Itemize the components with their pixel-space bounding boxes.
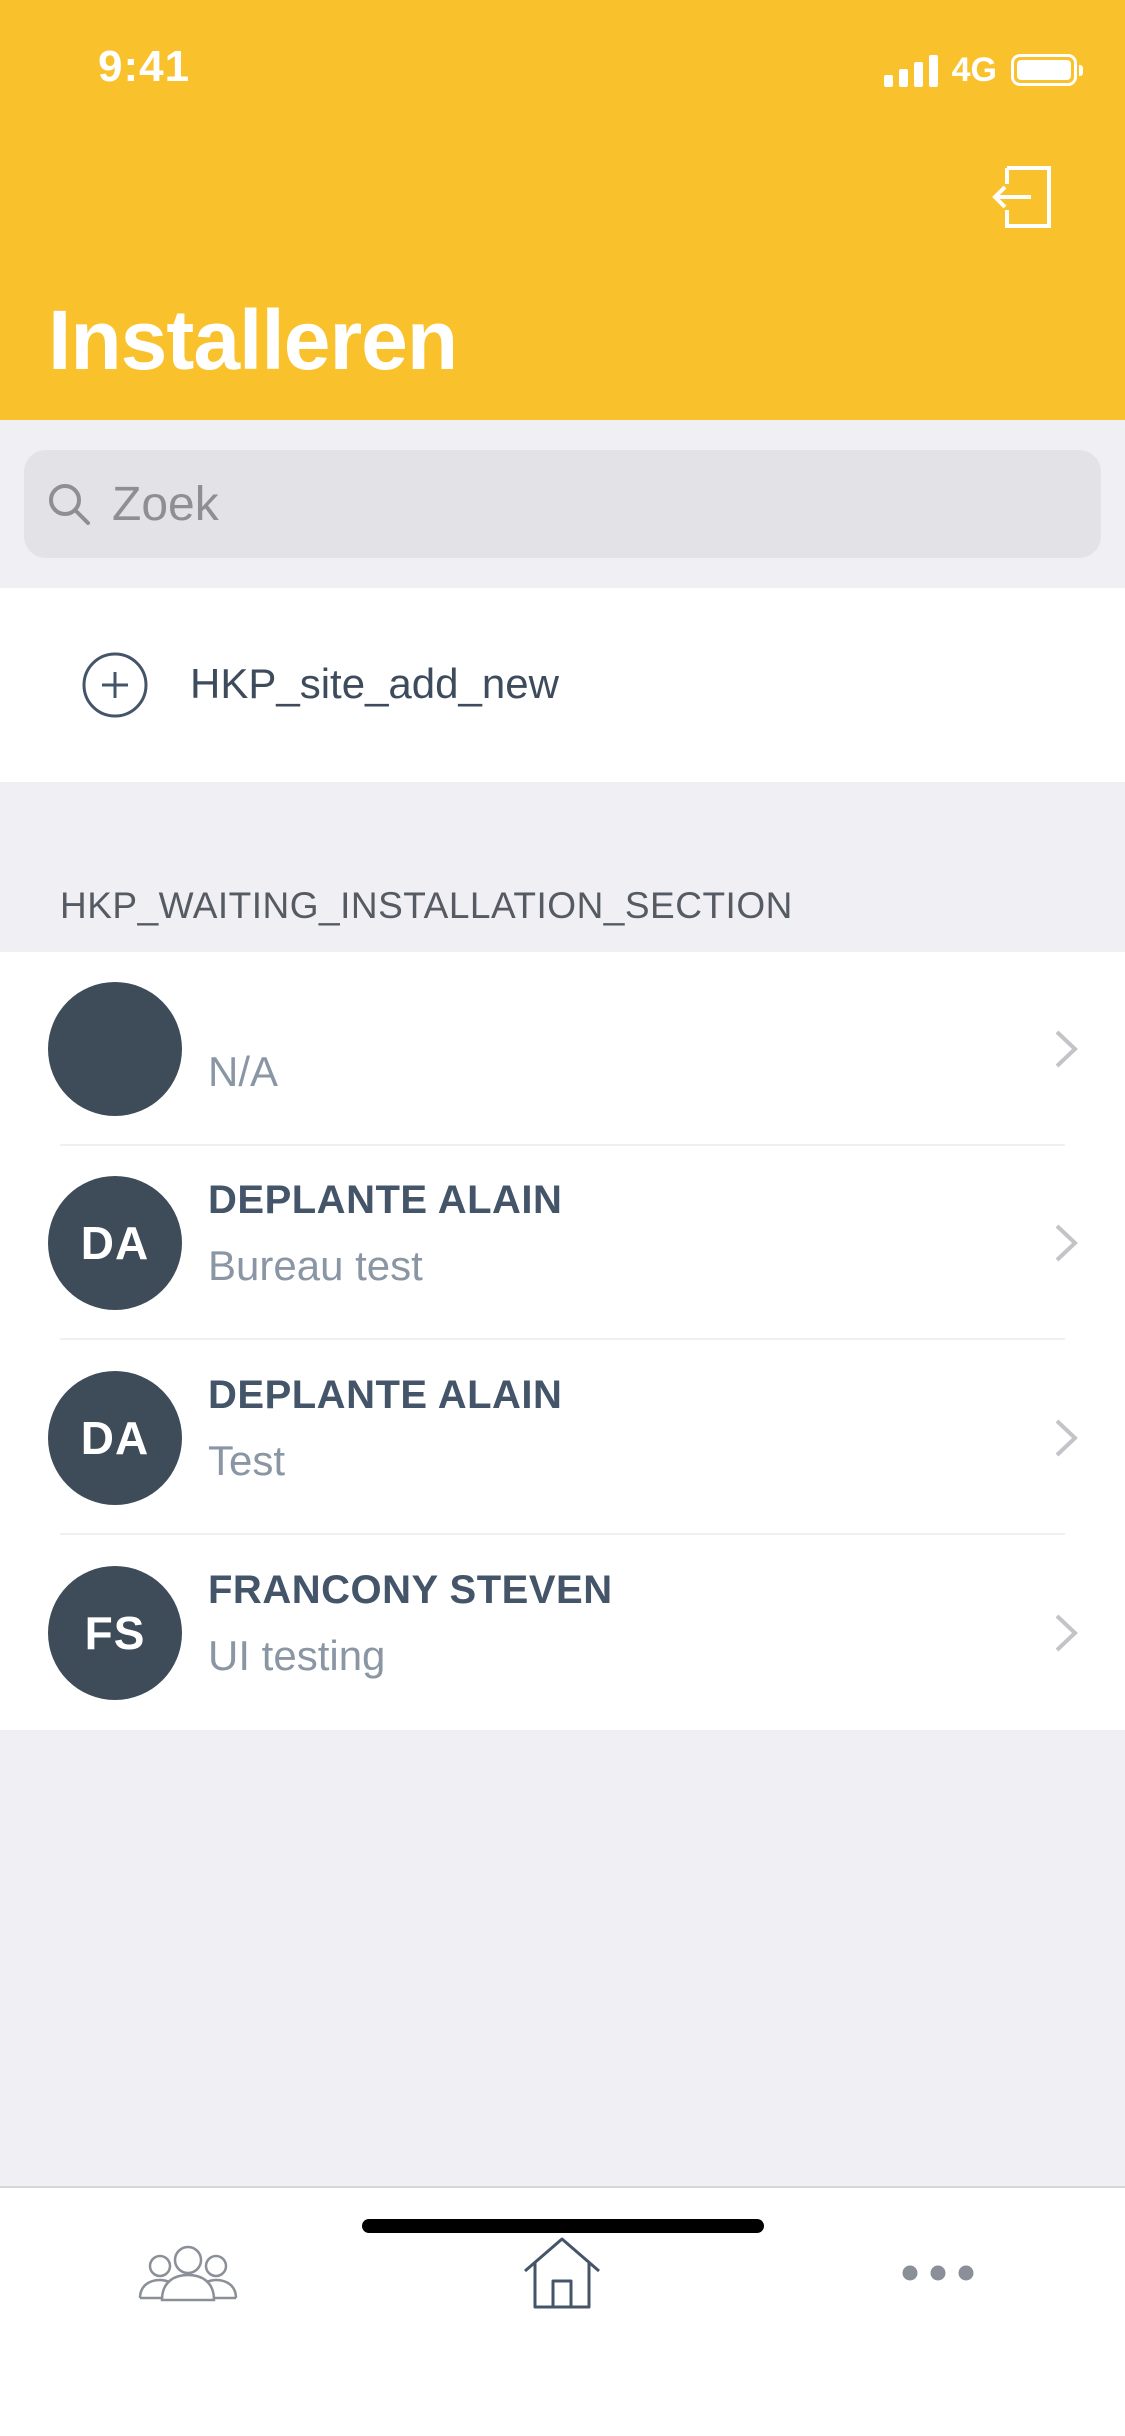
item-name: FRANCONY STEVEN xyxy=(208,1568,613,1612)
add-new-site-label: HKP_site_add_new xyxy=(190,660,559,707)
search-bar[interactable] xyxy=(24,450,1101,558)
avatar: FS xyxy=(48,1566,182,1700)
search-input[interactable] xyxy=(112,476,1012,532)
search-area xyxy=(0,420,1125,588)
tab-more[interactable] xyxy=(878,2228,998,2318)
chevron-right-icon xyxy=(1055,1419,1078,1457)
avatar: DA xyxy=(48,1176,182,1310)
header: 9:41 4G Installeren xyxy=(0,0,1125,420)
logout-icon xyxy=(992,166,1051,228)
section-header: HKP_WAITING_INSTALLATION_SECTION xyxy=(60,885,793,926)
users-icon xyxy=(138,2245,238,2302)
installation-list: N/A DA DEPLANTE ALAIN Bureau test DA DEP… xyxy=(0,952,1125,1730)
item-subtitle: Test xyxy=(208,1437,286,1484)
signal-icon xyxy=(883,53,938,87)
item-subtitle: Bureau test xyxy=(208,1242,423,1289)
battery-icon xyxy=(1011,54,1083,86)
search-icon xyxy=(49,484,90,525)
more-icon xyxy=(902,2265,974,2281)
item-subtitle: N/A xyxy=(208,1048,279,1095)
list-item[interactable]: FS FRANCONY STEVEN UI testing xyxy=(0,1536,1125,1730)
network-label: 4G xyxy=(951,50,997,89)
chevron-right-icon xyxy=(1055,1030,1078,1068)
tab-home[interactable] xyxy=(502,2228,622,2318)
status-time: 9:41 xyxy=(98,42,191,91)
screen: 9:41 4G Installeren Zoek HKP_site_add_ne… xyxy=(0,0,1125,2436)
list-item[interactable]: N/A xyxy=(0,952,1125,1146)
add-new-site-row[interactable]: HKP_site_add_new xyxy=(0,588,1125,782)
item-name: DEPLANTE ALAIN xyxy=(208,1178,563,1222)
page-title: Installeren xyxy=(48,293,458,387)
home-indicator xyxy=(362,2219,764,2233)
plus-circle-icon xyxy=(82,652,148,718)
list-item[interactable]: DA DEPLANTE ALAIN Test xyxy=(0,1341,1125,1535)
logout-button[interactable] xyxy=(991,162,1055,232)
list-item[interactable]: DA DEPLANTE ALAIN Bureau test xyxy=(0,1146,1125,1340)
chevron-right-icon xyxy=(1055,1614,1078,1652)
item-subtitle: UI testing xyxy=(208,1632,386,1679)
avatar xyxy=(48,982,182,1116)
item-name: DEPLANTE ALAIN xyxy=(208,1373,563,1417)
home-icon xyxy=(524,2237,600,2309)
divider xyxy=(60,1533,1065,1535)
status-indicators: 4G xyxy=(883,50,1083,90)
avatar: DA xyxy=(48,1371,182,1505)
chevron-right-icon xyxy=(1055,1224,1078,1262)
tab-users[interactable] xyxy=(128,2228,248,2318)
divider xyxy=(60,1338,1065,1340)
